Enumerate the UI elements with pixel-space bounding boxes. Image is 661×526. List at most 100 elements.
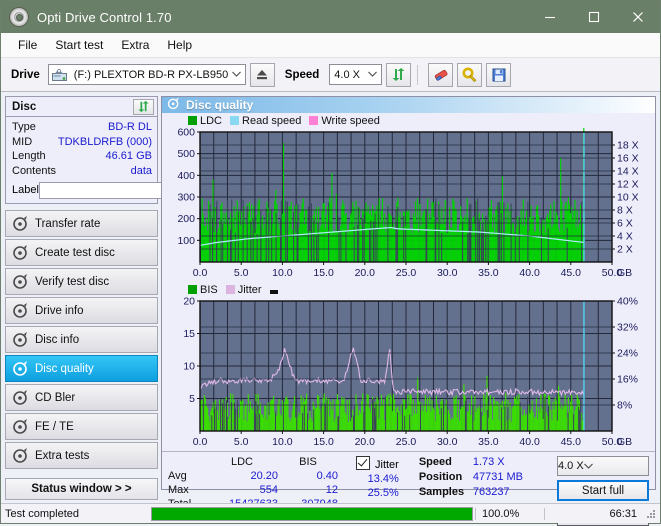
disc-type-label: Type (12, 121, 36, 133)
eject-button[interactable] (249, 62, 275, 87)
svg-text:40.0: 40.0 (519, 267, 540, 279)
legend-swatch (188, 285, 197, 294)
sidebar-item-verify-test-disc[interactable]: Verify test disc (5, 268, 158, 295)
sidebar-item-drive-info[interactable]: Drive info (5, 297, 158, 324)
speed-stat-value: 1.73 X (472, 456, 505, 468)
disc-info-panel: Disc Type BD-R DL MID TDKBLDRFB (000) Le… (5, 96, 241, 204)
legend-label: Jitter (237, 284, 262, 296)
status-bar: Test completed 100.0% 66:31 (1, 503, 660, 523)
start-full-button[interactable]: Start full (557, 480, 649, 501)
svg-text:16%: 16% (617, 374, 638, 386)
sidebar-item-transfer-rate[interactable]: Transfer rate (5, 210, 158, 237)
status-window-button[interactable]: Status window > > (5, 478, 158, 500)
legend-marker (269, 284, 281, 296)
ldc-chart: LDC Read speed Write speed 100 200 300 400 5… (162, 113, 655, 282)
menu-help[interactable]: Help (158, 35, 201, 55)
svg-text:5: 5 (189, 393, 195, 405)
save-button[interactable] (486, 62, 512, 87)
svg-text:10 X: 10 X (617, 192, 639, 204)
erase-button[interactable] (428, 62, 454, 87)
legend-label: Write speed (321, 115, 380, 127)
charts-area: LDC Read speed Write speed 100 200 300 400 5… (162, 113, 655, 451)
sidebar-nav: Transfer rate Create test disc Verify te… (5, 210, 158, 469)
svg-text:500: 500 (177, 148, 195, 160)
svg-text:10.0: 10.0 (272, 267, 293, 279)
stats-avg-bis: 0.40 (316, 470, 338, 482)
window-controls (528, 1, 660, 33)
legend-read-speed: Read speed (230, 115, 301, 127)
refresh-button[interactable] (386, 62, 412, 87)
minimize-button[interactable] (528, 1, 572, 33)
panel-title: Disc quality (186, 98, 254, 112)
svg-text:40%: 40% (617, 297, 638, 308)
svg-text:30.0: 30.0 (437, 267, 458, 279)
test-speed-select[interactable]: 4.0 X (557, 456, 649, 476)
menu-file[interactable]: File (9, 35, 46, 55)
disc-refresh-button[interactable] (133, 98, 154, 115)
legend-ldc: LDC (188, 115, 222, 127)
jitter-checkbox[interactable] (356, 456, 370, 470)
svg-text:0.0: 0.0 (193, 267, 208, 279)
stats-max-ldc: 554 (259, 484, 278, 496)
position-label: Position (418, 471, 463, 483)
progress-percent: 100.0% (475, 507, 544, 520)
samples-value: 763237 (472, 486, 510, 498)
application-window: Opti Drive Control 1.70 File Start test … (0, 0, 661, 526)
svg-text:400: 400 (177, 170, 195, 182)
svg-text:100: 100 (177, 235, 195, 247)
disc-test-icon (12, 389, 29, 406)
speed-stat-label: Speed (418, 456, 452, 468)
jitter-label: Jitter (375, 459, 399, 471)
position-value: 47731 MB (472, 471, 523, 483)
panel-header: Disc quality (162, 97, 655, 113)
disc-test-icon (12, 331, 29, 348)
chevron-down-icon[interactable] (228, 65, 245, 84)
jitter-column: Jitter 13.4% 25.5% (356, 456, 399, 510)
sidebar-item-create-test-disc[interactable]: Create test disc (5, 239, 158, 266)
disc-test-icon (12, 215, 29, 232)
disc-quality-panel: Disc quality LDC Read speed Write speed … (161, 96, 656, 526)
disc-test-icon (12, 273, 29, 290)
disc-label-caption: Label (12, 184, 39, 196)
menu-start-test[interactable]: Start test (46, 35, 112, 55)
resize-grip[interactable] (645, 508, 657, 520)
app-disc-icon (9, 7, 29, 27)
sidebar-item-disc-quality[interactable]: Disc quality (5, 355, 158, 382)
sidebar-item-cd-bler[interactable]: CD Bler (5, 384, 158, 411)
disc-contents-value: data (130, 164, 152, 177)
svg-text:20.0: 20.0 (355, 267, 376, 279)
speed-select[interactable]: 4.0 X (329, 64, 383, 85)
svg-text:GB: GB (617, 267, 632, 279)
svg-text:45.0: 45.0 (561, 267, 582, 279)
ldc-legend: LDC Read speed Write speed (162, 113, 655, 128)
disc-length-label: Length (12, 150, 46, 162)
drive-toolbar: Drive (F:) PLEXTOR BD-R PX-LB950SA 1.06 … (1, 58, 660, 92)
legend-jitter: Jitter (225, 284, 262, 296)
disc-length-value: 46.61 GB (105, 150, 152, 162)
sidebar-item-fe-te[interactable]: FE / TE (5, 413, 158, 440)
settings-button[interactable] (457, 62, 483, 87)
svg-text:15: 15 (183, 328, 195, 340)
speed-select-value: 4.0 X (334, 68, 360, 81)
sidebar-item-extra-tests[interactable]: Extra tests (5, 442, 158, 469)
ldc-plot: 100 200 300 400 500 600 2 X4 X6 X8 X10 X12 X14… (177, 128, 639, 279)
title-bar: Opti Drive Control 1.70 (1, 1, 660, 33)
jitter-checkbox-row[interactable]: Jitter (356, 456, 399, 471)
status-text: Test completed (5, 507, 79, 520)
samples-label: Samples (418, 486, 465, 498)
drive-select[interactable]: (F:) PLEXTOR BD-R PX-LB950SA 1.06 (47, 64, 246, 85)
stats-corner (168, 456, 206, 468)
maximize-button[interactable] (572, 1, 616, 33)
disc-contents-label: Contents (12, 164, 57, 177)
legend-write-speed: Write speed (309, 115, 380, 127)
svg-text:12 X: 12 X (617, 179, 639, 191)
chevron-down-icon[interactable] (583, 460, 593, 472)
sidebar-item-disc-info[interactable]: Disc info (5, 326, 158, 353)
chevron-down-icon[interactable] (364, 65, 381, 84)
menu-extra[interactable]: Extra (112, 35, 158, 55)
measurement-grid: Speed 1.73 X Position 47731 MB Samples 7… (419, 456, 533, 498)
svg-text:5.0: 5.0 (234, 436, 249, 448)
stats-row-label: Avg (168, 470, 187, 482)
toolbar-divider (417, 64, 419, 85)
close-button[interactable] (616, 1, 660, 33)
